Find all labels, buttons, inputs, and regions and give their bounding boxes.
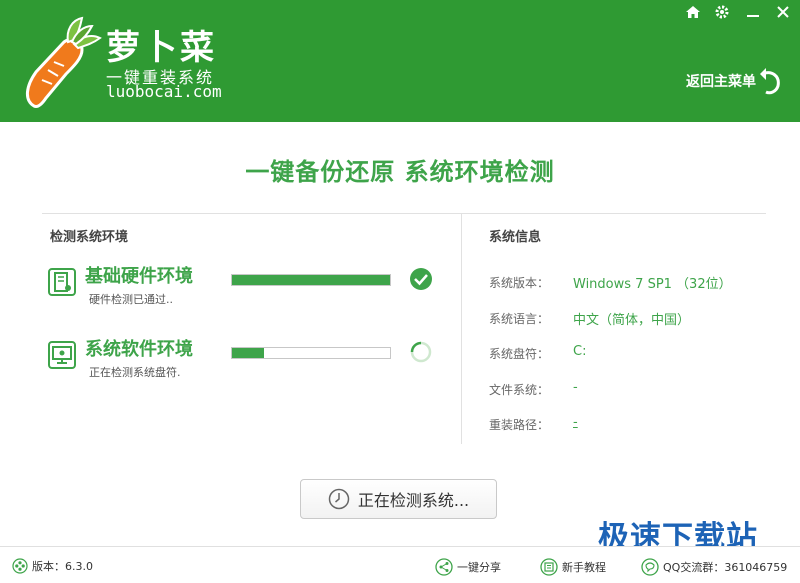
app-header: 萝卜菜 一键重装系统 luobocai.com 返回主菜单 [0, 0, 800, 122]
loading-spinner-icon [410, 341, 432, 363]
minimize-icon[interactable] [741, 4, 765, 24]
app-url: luobocai.com [106, 82, 222, 101]
check-item-software: 系统软件环境 正在检测系统盘符. [45, 337, 445, 387]
info-value: - [573, 380, 578, 395]
info-value: Windows 7 SP1 （32位） [573, 277, 732, 292]
divider [42, 213, 766, 214]
close-icon[interactable] [771, 4, 795, 24]
app-name: 萝卜菜 [106, 28, 217, 68]
info-label: 系统语言： [489, 312, 550, 326]
info-label: 系统盘符： [489, 347, 550, 361]
check-item-status: 硬件检测已通过.. [89, 293, 173, 306]
home-icon[interactable] [681, 4, 705, 24]
info-label: 重装路径： [489, 418, 550, 432]
detecting-button[interactable]: 正在检测系统... [300, 479, 497, 519]
share-label: 一键分享 [457, 561, 501, 574]
tutorial-label: 新手教程 [562, 561, 606, 574]
monitor-icon [48, 341, 76, 369]
chat-icon [641, 558, 659, 576]
progress-fill [232, 275, 390, 285]
check-item-name: 基础硬件环境 [85, 266, 193, 287]
progress-bar [231, 347, 391, 359]
flower-icon [12, 558, 28, 574]
page-title: 一键备份还原 系统环境检测 [245, 158, 555, 186]
reinstall-path-link[interactable]: - [573, 415, 578, 430]
check-panel-title: 检测系统环境 [50, 230, 129, 245]
info-value: C: [573, 344, 587, 359]
back-menu-label: 返回主菜单 [686, 74, 756, 90]
qq-group-label: QQ交流群：361046759 [663, 561, 788, 574]
check-item-status: 正在检测系统盘符. [89, 366, 181, 379]
qq-group-link[interactable]: QQ交流群：361046759 [641, 558, 787, 576]
gear-icon[interactable] [710, 4, 734, 24]
share-icon [435, 558, 453, 576]
status-bar: 版本：6.3.0 一键分享 新手教程 QQ交流群：361046759 [0, 546, 800, 583]
info-panel-title: 系统信息 [489, 230, 542, 245]
return-arrow-icon [760, 68, 780, 95]
check-done-icon [410, 268, 432, 290]
clock-icon [328, 488, 350, 510]
share-button[interactable]: 一键分享 [435, 558, 501, 576]
hardware-icon [48, 268, 76, 296]
check-item-hardware: 基础硬件环境 硬件检测已通过.. [45, 264, 445, 314]
book-icon [540, 558, 558, 576]
info-value: 中文（简体，中国） [573, 313, 691, 328]
detecting-button-label: 正在检测系统... [357, 491, 470, 510]
info-label: 文件系统： [489, 383, 550, 397]
info-label: 系统版本： [489, 276, 550, 290]
check-item-name: 系统软件环境 [85, 339, 193, 360]
version-info: 版本：6.3.0 [12, 558, 93, 574]
vertical-divider [461, 214, 462, 444]
progress-bar [231, 274, 391, 286]
progress-fill [232, 348, 264, 358]
carrot-logo-icon [26, 16, 102, 108]
version-label: 版本：6.3.0 [32, 560, 93, 573]
back-to-main-menu-button[interactable]: 返回主菜单 [686, 66, 782, 96]
tutorial-button[interactable]: 新手教程 [540, 558, 606, 576]
